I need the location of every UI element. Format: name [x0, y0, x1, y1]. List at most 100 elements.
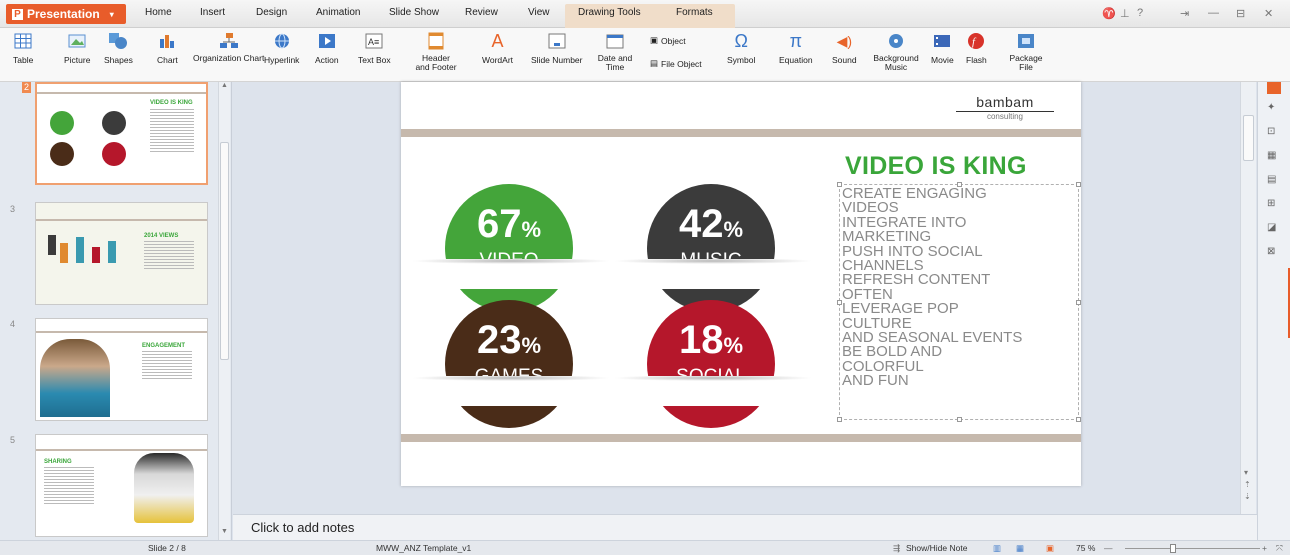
selection-icon[interactable]: ⊞: [1267, 198, 1281, 210]
tab-formats[interactable]: Formats: [676, 7, 713, 18]
notes-placeholder[interactable]: Click to add notes: [251, 520, 354, 535]
app-menu-button[interactable]: P Presentation ▾: [6, 4, 126, 24]
slide-thumbnail-4[interactable]: ENGAGEMENT: [35, 318, 208, 421]
background-music-button[interactable]: Background Music: [869, 32, 923, 72]
scroll-thumb[interactable]: [220, 142, 229, 360]
organization-chart-button[interactable]: Organization Chart: [193, 32, 264, 63]
package-file-button[interactable]: Package File: [1006, 32, 1046, 72]
previous-slide-icon[interactable]: ⇡: [1244, 480, 1251, 489]
resize-handle[interactable]: [1076, 300, 1081, 305]
resize-handle[interactable]: [837, 417, 842, 422]
symbol-button[interactable]: Ω Symbol: [727, 31, 755, 65]
pin-icon[interactable]: ⇥: [1180, 7, 1189, 20]
thumb-text-lines: [142, 351, 192, 381]
slide-sorter-icon[interactable]: ▦: [1016, 543, 1024, 554]
tab-drawing-tools[interactable]: Drawing Tools: [578, 7, 641, 18]
header-footer-button[interactable]: Header and Footer: [414, 32, 458, 72]
zoom-slider-thumb[interactable]: [1170, 544, 1176, 553]
text-box-icon: A≡: [364, 32, 384, 50]
equation-label: Equation: [779, 55, 813, 65]
tab-insert[interactable]: Insert: [200, 7, 225, 18]
close-button[interactable]: ✕: [1264, 7, 1273, 20]
svg-text:A≡: A≡: [368, 37, 379, 47]
slide-headline[interactable]: VIDEO IS KING: [845, 152, 1027, 181]
shapes-icon: [108, 32, 128, 50]
zoom-out-icon[interactable]: —: [1104, 543, 1113, 553]
bullet-text-box[interactable]: CREATE ENGAGING VIDEOS INTEGRATE INTO MA…: [837, 182, 1081, 422]
resize-handle[interactable]: [837, 182, 842, 187]
next-slide-icon[interactable]: ⇣: [1244, 492, 1251, 501]
table-button[interactable]: Table: [13, 32, 33, 65]
note-icon[interactable]: ⇶: [893, 543, 900, 554]
resize-handle[interactable]: [1076, 182, 1081, 187]
user-icon[interactable]: ⊥: [1120, 7, 1130, 20]
stat-circle-music[interactable]: 42% MUSIC: [647, 184, 775, 312]
task-pane-toggle-icon[interactable]: [1267, 82, 1281, 94]
shapes-button[interactable]: Shapes: [104, 32, 133, 65]
sound-button[interactable]: ◀) Sound: [832, 32, 857, 65]
slide-thumbnail-2[interactable]: VIDEO IS KING: [35, 82, 208, 185]
show-hide-note-button[interactable]: Show/Hide Note: [906, 543, 967, 553]
zoom-slider[interactable]: [1125, 548, 1260, 549]
bullet-list: CREATE ENGAGING VIDEOS INTEGRATE INTO MA…: [842, 186, 1022, 389]
slide-thumbnail-3[interactable]: 2014 VIEWS: [35, 202, 208, 305]
scroll-down-icon[interactable]: ▾: [1244, 468, 1248, 477]
stat-unit: %: [723, 333, 744, 358]
shape-icon[interactable]: ◪: [1267, 222, 1281, 234]
backup-icon[interactable]: ⊠: [1267, 246, 1281, 258]
text-box-button[interactable]: A≡ Text Box: [358, 32, 391, 65]
tab-animation[interactable]: Animation: [316, 7, 360, 18]
chart-icon: [157, 32, 177, 50]
transition-icon[interactable]: ⊡: [1267, 126, 1281, 138]
layout-icon[interactable]: ▦: [1267, 150, 1281, 162]
current-slide[interactable]: bambam consulting 67% VIDEO 42% MUSIC 23…: [401, 82, 1081, 486]
tab-design[interactable]: Design: [256, 7, 287, 18]
help-icon[interactable]: ?: [1137, 7, 1143, 19]
scroll-down-icon[interactable]: ▼: [221, 528, 228, 535]
fit-window-icon[interactable]: ⤧: [1276, 543, 1283, 554]
zoom-in-icon[interactable]: +: [1262, 543, 1267, 553]
thumb-number: 5: [10, 435, 16, 445]
resize-handle[interactable]: [957, 182, 962, 187]
normal-view-icon[interactable]: ▥: [993, 543, 1001, 554]
stat-circle-video[interactable]: 67% VIDEO: [445, 184, 573, 312]
date-time-button[interactable]: Date and Time: [597, 32, 633, 72]
file-object-button[interactable]: ▤ File Object: [650, 58, 702, 69]
tab-slide-show[interactable]: Slide Show: [389, 7, 439, 18]
scroll-thumb[interactable]: [1243, 115, 1254, 161]
resize-handle[interactable]: [957, 417, 962, 422]
animation-icon[interactable]: ✦: [1267, 102, 1281, 114]
flash-button[interactable]: f Flash: [966, 32, 987, 65]
thumb-title: SHARING: [44, 459, 72, 465]
shirt-icon[interactable]: ♈: [1102, 7, 1116, 20]
stat-circle-social[interactable]: 18% SOCIAL: [647, 300, 775, 428]
tab-review[interactable]: Review: [465, 7, 498, 18]
thumb-circle: [50, 142, 74, 166]
object-button[interactable]: ▣ Object: [650, 35, 686, 46]
calendar-icon: [605, 32, 625, 50]
resize-handle[interactable]: [1076, 417, 1081, 422]
thumbnail-scrollbar[interactable]: ▲ ▼: [218, 82, 230, 540]
resize-handle[interactable]: [837, 300, 842, 305]
file-object-label: File Object: [661, 58, 702, 69]
tab-home[interactable]: Home: [145, 7, 172, 18]
canvas-scrollbar[interactable]: ▾ ⇡ ⇣: [1240, 82, 1256, 514]
hyperlink-button[interactable]: Hyperlink: [264, 32, 299, 65]
style-icon[interactable]: ▤: [1267, 174, 1281, 186]
movie-button[interactable]: Movie: [931, 32, 954, 65]
restore-icon[interactable]: ⊟: [1236, 7, 1245, 20]
minimize-button[interactable]: —: [1208, 7, 1219, 19]
notes-pane[interactable]: Click to add notes: [233, 514, 1257, 540]
equation-button[interactable]: π Equation: [779, 31, 813, 65]
tab-view[interactable]: View: [528, 7, 550, 18]
action-button[interactable]: Action: [315, 32, 339, 65]
picture-button[interactable]: Picture: [64, 32, 90, 65]
chart-button[interactable]: Chart: [157, 32, 178, 65]
slideshow-icon[interactable]: ▣: [1046, 543, 1054, 554]
stat-circle-games[interactable]: 23% GAMES: [445, 300, 573, 428]
wordart-button[interactable]: A WordArt: [482, 31, 513, 65]
app-logo-icon: P: [12, 8, 23, 20]
slide-thumbnail-5[interactable]: SHARING: [35, 434, 208, 537]
slide-number-button[interactable]: Slide Number: [531, 32, 583, 65]
scroll-up-icon[interactable]: ▲: [221, 82, 228, 89]
